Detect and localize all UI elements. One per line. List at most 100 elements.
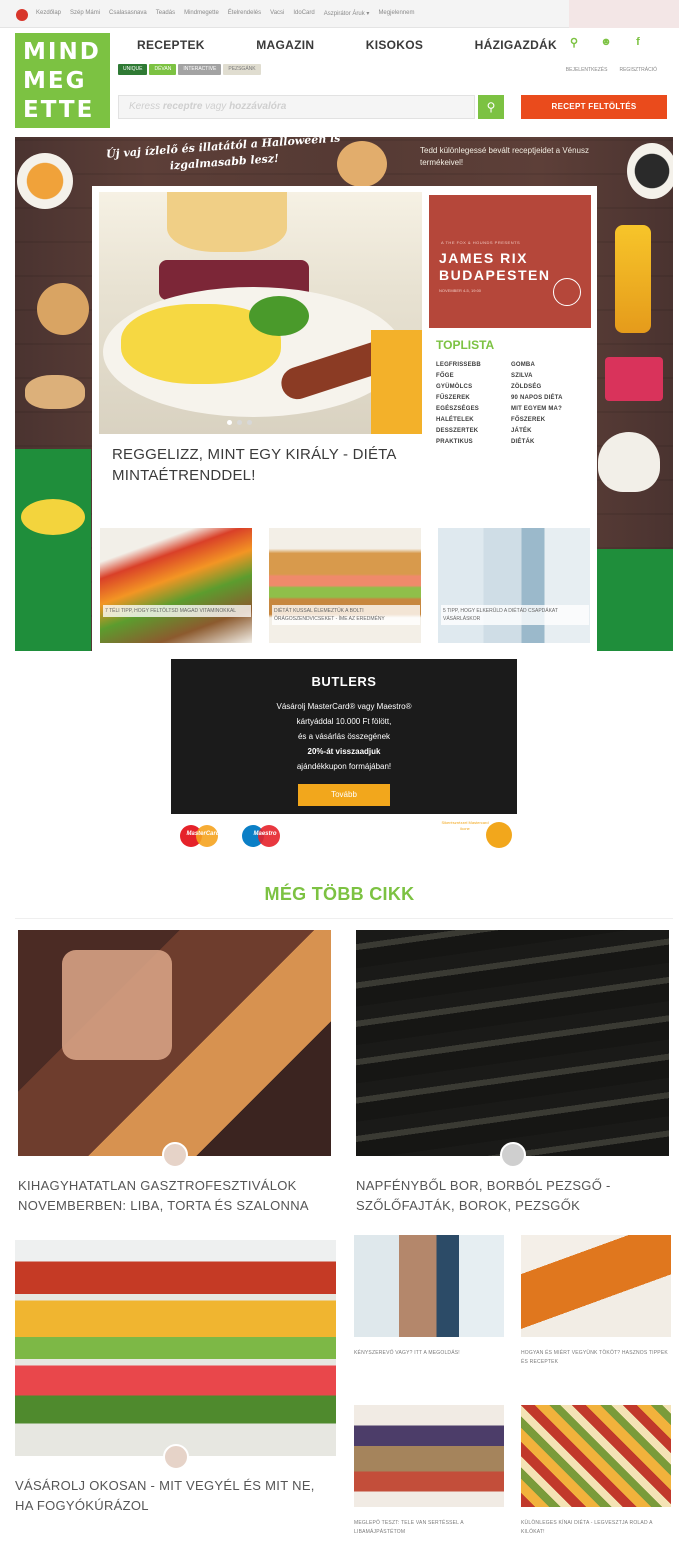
article-card[interactable]: NAPFÉNYBŐL BOR, BORBÓL PEZSGŐ - SZŐLŐFAJ… (356, 930, 671, 1220)
divider (15, 918, 673, 919)
mini-article-card[interactable]: MEGLEPŐ TESZT: TELE VAN SERTÉSSEL A LIBA… (354, 1405, 506, 1555)
author-avatar[interactable] (500, 1142, 526, 1168)
event-ad-date: NOVEMBER 4-5, 19:00 (439, 288, 482, 293)
woman-fridge-image (354, 1235, 504, 1337)
article-title[interactable]: NAPFÉNYBŐL BOR, BORBÓL PEZSGŐ - SZŐLŐFAJ… (356, 1176, 676, 1216)
toplista-item[interactable]: JÁTÉK (511, 428, 586, 434)
toplista-item[interactable]: GYÜMÖLCS (436, 384, 511, 390)
article-title[interactable]: KIHAGYHATATLAN GASZTROFESZTIVÁLOK NOVEMB… (18, 1176, 338, 1216)
venusz-logo[interactable] (21, 499, 85, 535)
hero-brand-text: Tedd különlegessé bevált receptjeidet a … (420, 146, 589, 167)
pancake-stack (167, 192, 287, 252)
butlers-line: Vásárolj MasterCard® vagy Maestro® (276, 702, 412, 711)
small-article-card[interactable]: DIÉTÁT KUSSAL ÉLEMEZTÜK A BOLTI ÖRÁGOSZE… (269, 528, 421, 643)
toplista-item[interactable]: HALÉTELEK (436, 417, 511, 423)
network-link[interactable]: Aszpirátor Áruk ▾ (324, 10, 370, 17)
facebook-icon[interactable]: f (632, 36, 644, 49)
carousel-dot[interactable] (247, 420, 252, 425)
butlers-more-button[interactable]: Tovább (298, 784, 390, 806)
network-link[interactable]: Kezdőlap (36, 10, 61, 17)
event-ad[interactable]: A THE FOX & HOUNDS PRESENTS JAMES RIX BU… (429, 195, 591, 328)
toplista-item[interactable]: FŐGE (436, 373, 511, 379)
toplista-item[interactable]: FŐSZEREK (511, 417, 586, 423)
nav-item-kisokos[interactable]: KISOKOS (366, 38, 423, 52)
toplista-list: LEGFRISSEBB GOMBA FŐGE SZILVA GYÜMÖLCS Z… (436, 362, 586, 445)
event-ad-title: JAMES RIX BUDAPESTEN (439, 250, 550, 284)
subnav-pill[interactable]: INTERACTIVE (178, 64, 222, 75)
article-title[interactable]: VÁSÁROLJ OKOSAN - MIT VEGYÉL ÉS MIT NE, … (15, 1476, 330, 1516)
basil-garnish (249, 296, 309, 336)
featured-image[interactable] (99, 192, 422, 434)
pumpkins-image (521, 1235, 671, 1337)
toplista-item[interactable]: SZILVA (511, 373, 586, 379)
small-article-cards: 7 TÉLI TIPP, HOGY FELTÖLTSD MAGAD VITAMI… (100, 528, 590, 643)
mini-article-card[interactable]: KÉNYSZEREVŐ VAGY? ITT A MEGOLDÁS! (354, 1235, 506, 1395)
top-utility-bar: Kezdőlap Szép Mámi Csalasasnava Teadás M… (0, 0, 679, 28)
register-link[interactable]: REGISZTRÁCIÓ (619, 67, 657, 73)
small-article-card[interactable]: 5 TIPP, HOGY ELKERÜLD A DIÉTÁD CSAPDÁKAT… (438, 528, 590, 643)
network-link[interactable]: Vacsi (270, 10, 284, 17)
mini-article-title[interactable]: KÉNYSZEREVŐ VAGY? ITT A MEGOLDÁS! (354, 1349, 504, 1358)
user-icon[interactable]: ☻ (600, 36, 612, 49)
login-link[interactable]: BEJELENTKEZÉS (566, 67, 608, 73)
event-badge-icon (553, 278, 581, 306)
carousel-dot[interactable] (237, 420, 242, 425)
pumpkin-cookie-icon (37, 283, 89, 335)
mini-article-title[interactable]: HOGYAN ÉS MIÉRT VEGYÜNK TÖKÖT? HASZNOS T… (521, 1349, 671, 1367)
subnav-pill[interactable]: DÉVAN (149, 64, 177, 75)
author-avatar[interactable] (162, 1142, 188, 1168)
vegetable-basket-image (100, 528, 252, 643)
search-placeholder-part: receptre (162, 101, 203, 112)
butlers-ad[interactable]: BUTLERS Vásárolj MasterCard® vagy Maestr… (171, 659, 517, 814)
toplista-item[interactable]: MIT EGYEM MA? (511, 406, 586, 412)
toplista-item[interactable]: FŰSZEREK (436, 395, 511, 401)
mini-article-card[interactable]: KÜLÖNLEGES KÍNAI DIÉTA - LEGVESZTJA ROLA… (521, 1405, 673, 1555)
cursor-click-icon[interactable] (486, 822, 512, 848)
recipe-upload-button[interactable]: RECEPT FELTÖLTÉS (521, 95, 667, 119)
search-icon[interactable]: ⚲ (568, 36, 580, 49)
bat-cookie-icon (25, 375, 85, 409)
network-link[interactable]: Megjelennem (378, 10, 414, 17)
small-article-card[interactable]: 7 TÉLI TIPP, HOGY FELTÖLTSD MAGAD VITAMI… (100, 528, 252, 643)
carousel-dot[interactable] (227, 420, 232, 425)
toplista-item[interactable]: EGÉSZSÉGES (436, 406, 511, 412)
toplista-item[interactable]: ZÖLDSÉG (511, 384, 586, 390)
wine-bottles-image (356, 930, 669, 1156)
search-placeholder-part: vagy (202, 101, 230, 112)
mini-article-title[interactable]: MEGLEPŐ TESZT: TELE VAN SERTÉSSEL A LIBA… (354, 1519, 504, 1537)
author-avatar[interactable] (163, 1444, 189, 1470)
network-link[interactable]: Szép Mámi (70, 10, 100, 17)
article-card[interactable]: KIHAGYHATATLAN GASZTROFESZTIVÁLOK NOVEMB… (18, 930, 333, 1220)
margarine-box-icon (605, 357, 663, 401)
main-nav: RECEPTEK MAGAZIN KISOKOS HÁZIGAZDÁK (137, 38, 557, 52)
toplista-item[interactable]: 90 NAPOS DIÉTA (511, 395, 586, 401)
network-link[interactable]: Csalasasnava (109, 10, 147, 17)
nav-item-magazin[interactable]: MAGAZIN (256, 38, 314, 52)
nav-item-receptek[interactable]: RECEPTEK (137, 38, 205, 52)
toplista-item[interactable]: DESSZERTEK (436, 428, 511, 434)
mastercard-label: MasterCard (186, 831, 220, 837)
network-link[interactable]: IdoCard (293, 10, 314, 17)
network-link[interactable]: Teadás (156, 10, 175, 17)
toplista-item[interactable]: LEGFRISSEBB (436, 362, 511, 368)
recipe-search-input[interactable]: Keress receptre vagy hozzávalóra (118, 95, 475, 119)
network-logo-icon[interactable] (16, 9, 28, 21)
mini-article-title[interactable]: KÜLÖNLEGES KÍNAI DIÉTA - LEGVESZTJA ROLA… (521, 1519, 671, 1537)
butlers-line: 20%-át visszaadjuk (307, 747, 381, 756)
featured-title[interactable]: REGGELIZZ, MINT EGY KIRÁLY - DIÉTA MINTA… (112, 444, 412, 486)
article-card[interactable]: VÁSÁROLJ OKOSAN - MIT VEGYÉL ÉS MIT NE, … (15, 1240, 337, 1530)
mini-article-card[interactable]: HOGYAN ÉS MIÉRT VEGYÜNK TÖKÖT? HASZNOS T… (521, 1235, 673, 1395)
network-link[interactable]: Mindmegette (184, 10, 219, 17)
toplista-item[interactable]: PRAKTIKUS (436, 439, 511, 445)
orange-juice (371, 330, 422, 434)
subnav-pill[interactable]: UNIQUE (118, 64, 148, 75)
site-logo[interactable]: MIND MEG ETTE (15, 33, 110, 128)
subnav-pill[interactable]: PEZSGÁNK (223, 64, 261, 75)
toplista-item[interactable]: DIÉTÁK (511, 439, 586, 445)
butlers-brand: BUTLERS (311, 674, 377, 689)
network-link[interactable]: Ételrendelés (228, 10, 261, 17)
network-links: Kezdőlap Szép Mámi Csalasasnava Teadás M… (36, 10, 414, 17)
toplista-item[interactable]: GOMBA (511, 362, 586, 368)
search-button[interactable]: ⚲ (478, 95, 504, 119)
nav-item-hazigazdak[interactable]: HÁZIGAZDÁK (475, 38, 557, 52)
